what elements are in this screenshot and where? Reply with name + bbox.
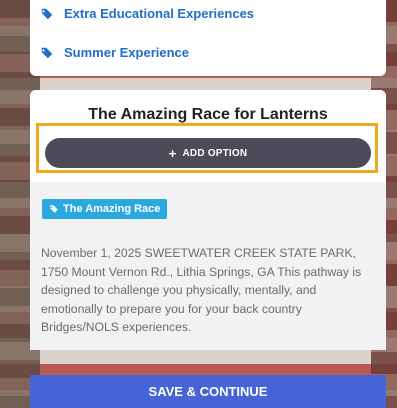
list-item-summer-experience[interactable]: Summer Experience <box>40 45 189 60</box>
category-list-card: Extra Educational Experiences Summer Exp… <box>30 0 386 76</box>
add-option-label: ADD OPTION <box>182 147 248 159</box>
list-item-extra-educational[interactable]: Extra Educational Experiences <box>40 6 254 21</box>
tag-icon <box>49 205 58 213</box>
category-badge-label: The Amazing Race <box>63 203 161 215</box>
tags-icon <box>40 47 53 58</box>
event-card-header: The Amazing Race for Lanterns + ADD OPTI… <box>30 90 386 182</box>
list-item-label: Extra Educational Experiences <box>64 6 255 21</box>
plus-icon: + <box>168 145 177 161</box>
event-description: November 1, 2025 SWEETWATER CREEK STATE … <box>41 246 362 334</box>
event-title: The Amazing Race for Lanterns <box>88 106 328 123</box>
tags-icon <box>40 8 53 19</box>
add-option-button[interactable]: + ADD OPTION <box>45 138 371 168</box>
list-item-label: Summer Experience <box>64 45 190 60</box>
category-badge: The Amazing Race <box>42 199 168 219</box>
event-card: The Amazing Race for Lanterns + ADD OPTI… <box>30 90 386 350</box>
save-continue-button[interactable]: SAVE & CONTINUE <box>30 375 386 408</box>
